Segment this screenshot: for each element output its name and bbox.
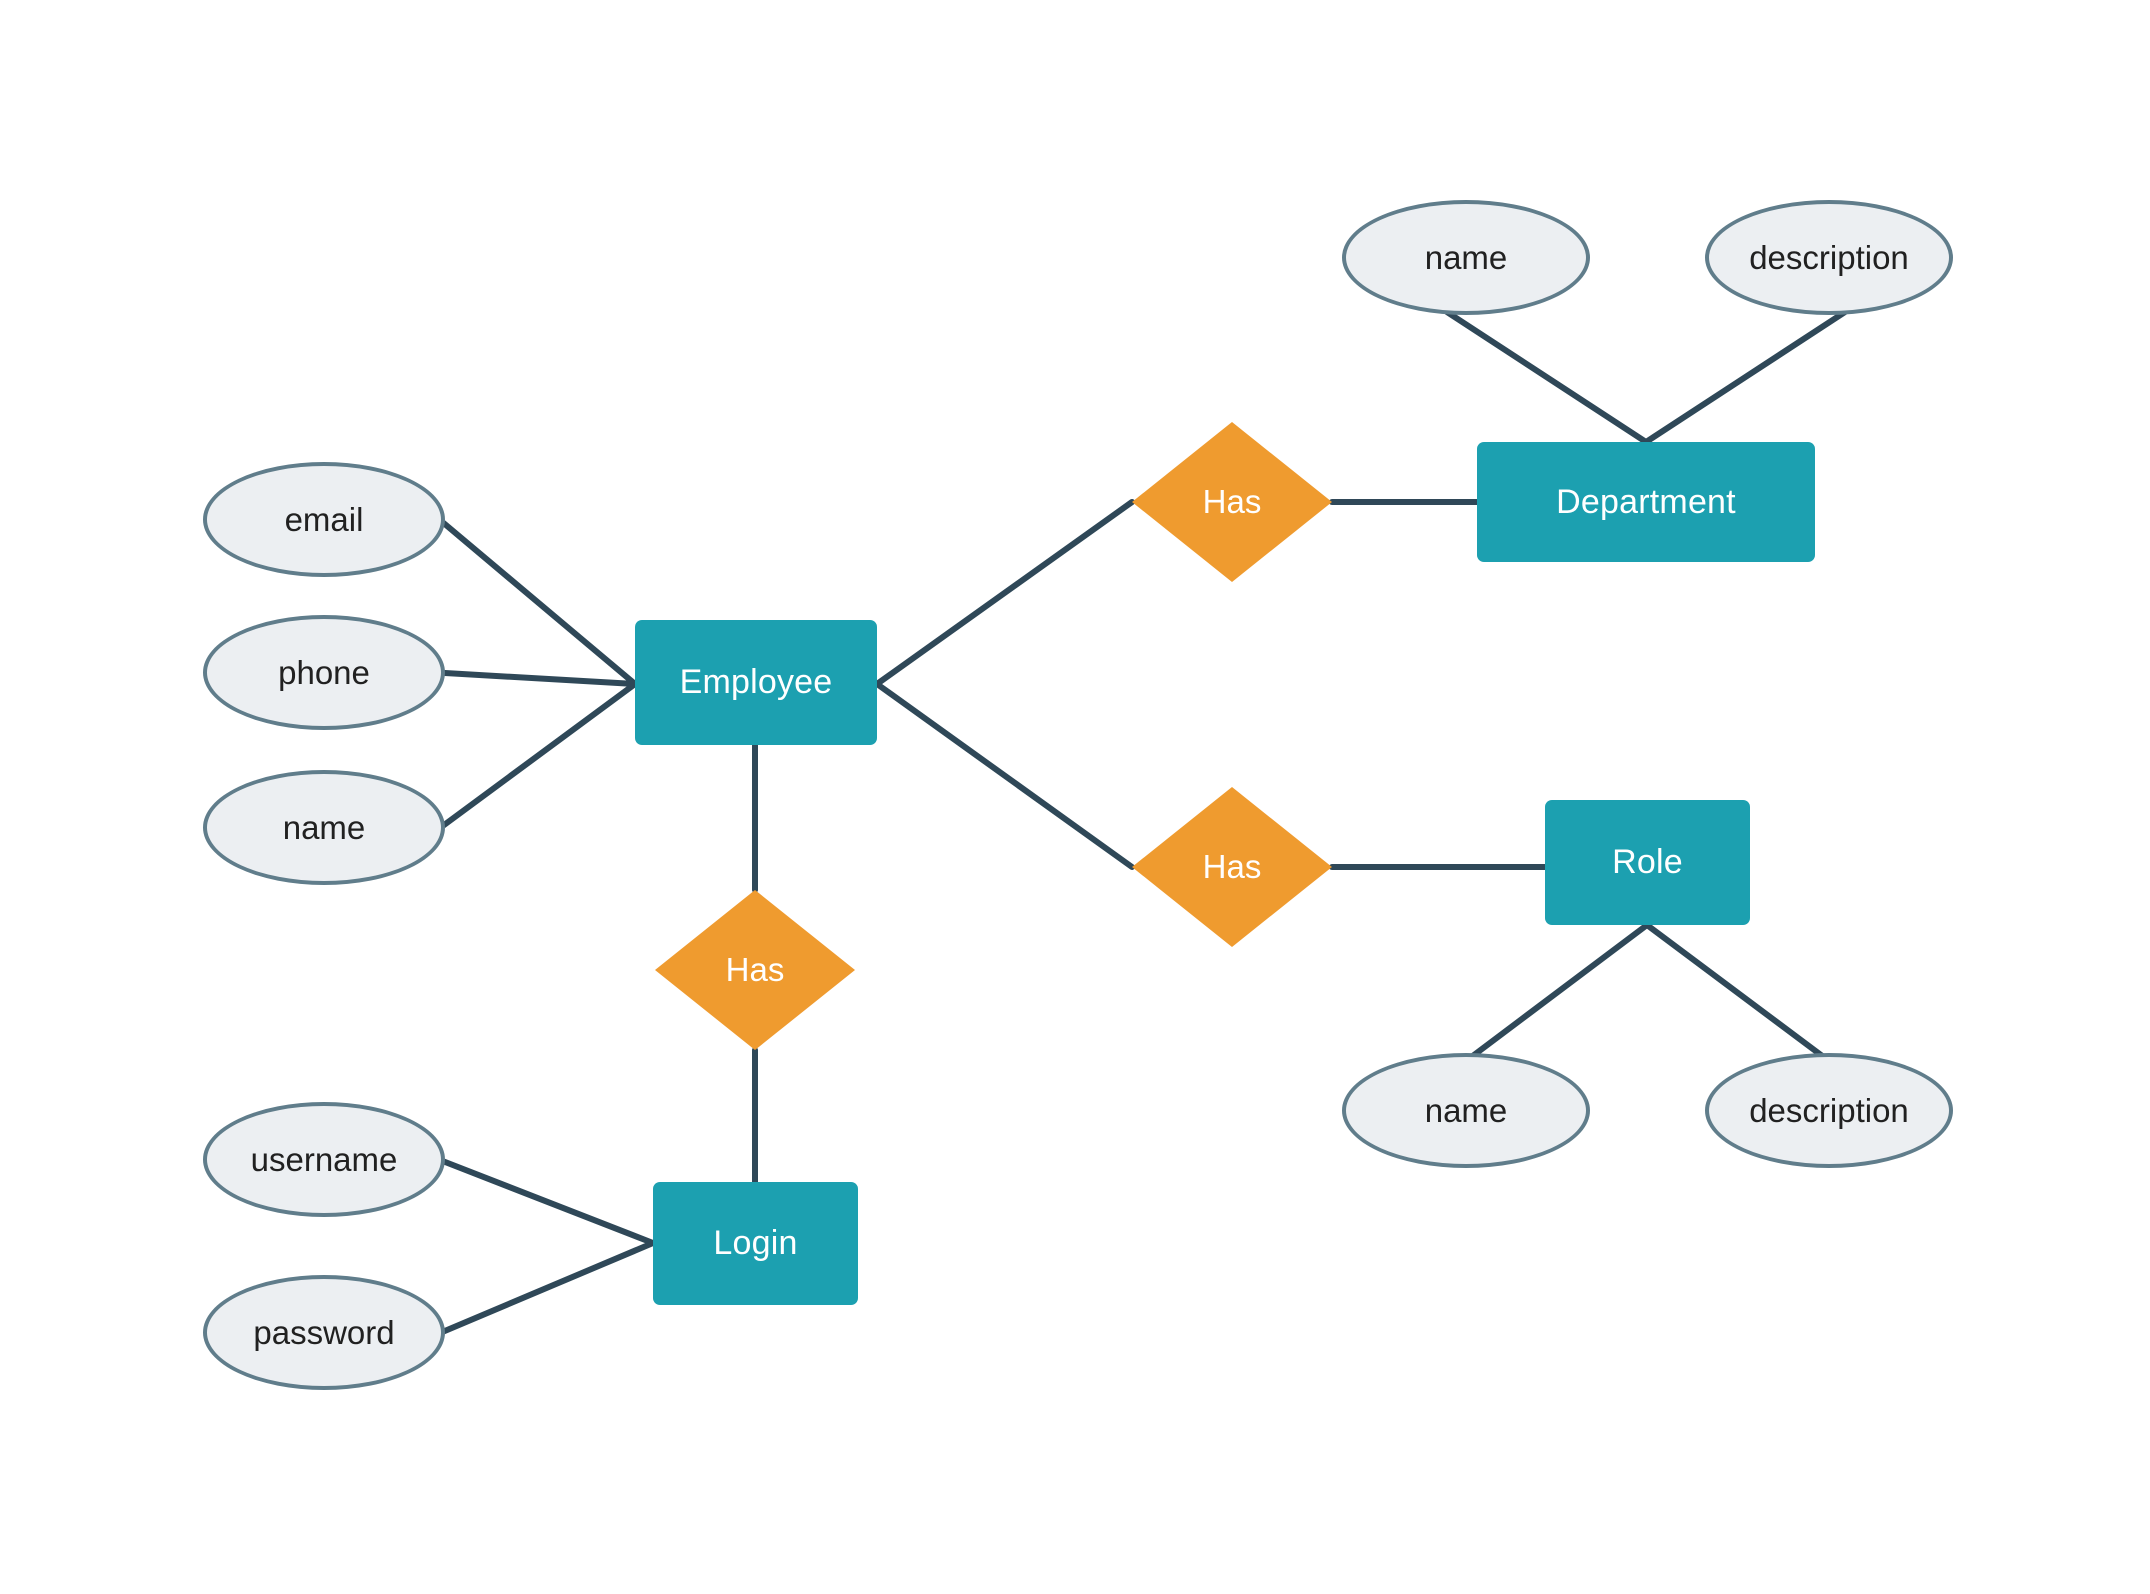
connector-line <box>437 1240 656 1336</box>
attribute-label: name <box>1424 238 1508 276</box>
attribute-login-password[interactable]: password <box>203 1275 445 1390</box>
connector-line <box>874 499 1135 687</box>
entity-employee[interactable]: Employee <box>635 620 877 745</box>
entity-label: Login <box>713 1224 798 1262</box>
attribute-department-name[interactable]: name <box>1342 200 1590 315</box>
entity-login[interactable]: Login <box>653 1182 858 1305</box>
connector-line <box>1644 922 1832 1064</box>
connector-line <box>437 517 638 687</box>
attribute-employee-phone[interactable]: phone <box>203 615 445 730</box>
connector-line <box>1463 922 1650 1064</box>
attribute-label: description <box>1749 238 1909 276</box>
attribute-role-name[interactable]: name <box>1342 1053 1590 1168</box>
attribute-label: name <box>1424 1091 1508 1129</box>
attribute-label: description <box>1749 1091 1909 1129</box>
entity-label: Department <box>1556 482 1736 521</box>
attribute-label: email <box>284 500 364 538</box>
entity-label: Role <box>1612 843 1683 881</box>
connector-line <box>437 1157 656 1246</box>
er-diagram-canvas: email phone name username password name descri… <box>0 0 2150 1594</box>
relationship-has-department[interactable]: Has <box>1132 422 1332 582</box>
attribute-employee-name[interactable]: name <box>203 770 445 885</box>
diamond-icon <box>1132 422 1332 582</box>
attribute-department-desc[interactable]: description <box>1705 200 1953 315</box>
diamond-icon <box>655 890 855 1050</box>
connector-line <box>874 681 1135 870</box>
attribute-label: username <box>250 1140 398 1178</box>
diamond-icon <box>1132 787 1332 947</box>
connector-line <box>442 670 638 687</box>
relationship-has-login[interactable]: Has <box>655 890 855 1050</box>
connector-line <box>1444 309 1649 445</box>
entity-role[interactable]: Role <box>1545 800 1750 925</box>
attribute-label: name <box>282 808 366 846</box>
connector-line <box>437 681 638 831</box>
attribute-label: password <box>253 1313 395 1351</box>
relationship-has-role[interactable]: Has <box>1132 787 1332 947</box>
attribute-login-username[interactable]: username <box>203 1102 445 1217</box>
entity-label: Employee <box>679 663 833 701</box>
attribute-role-desc[interactable]: description <box>1705 1053 1953 1168</box>
attribute-employee-email[interactable]: email <box>203 462 445 577</box>
attribute-label: phone <box>278 653 370 691</box>
connector-line <box>1643 309 1848 445</box>
entity-department[interactable]: Department <box>1477 442 1815 562</box>
